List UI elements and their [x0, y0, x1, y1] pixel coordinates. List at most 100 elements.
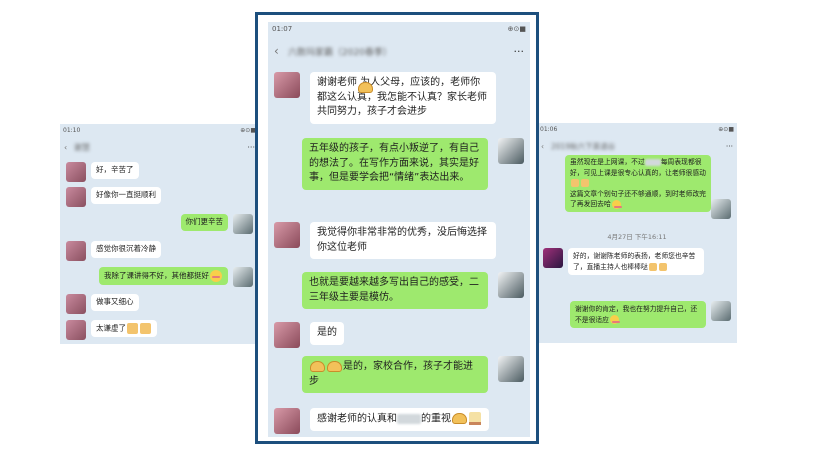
- thumbs-up-icon: [140, 323, 151, 334]
- more-menu-icon[interactable]: ···: [726, 142, 733, 151]
- message-row: 我除了课讲得不好，其他都挺好: [99, 267, 253, 287]
- message-row: 你们更辛苦: [180, 214, 253, 234]
- avatar: [66, 162, 86, 182]
- avatar: [66, 294, 86, 314]
- blush-emoji-icon: [609, 315, 620, 325]
- message-bubble[interactable]: 感觉你很沉着冷静: [91, 241, 161, 258]
- avatar: [233, 214, 253, 234]
- message-text: 谢谢你的肯定，我也在努力提升自己，还不是很适应: [575, 305, 698, 324]
- message-bubble[interactable]: 也就是要越来越多写出自己的感受，二三年级主要是模仿。: [302, 272, 488, 309]
- message-text: 好像你一直挺顺利: [96, 190, 156, 199]
- cake-emoji-icon: [469, 412, 481, 425]
- message-text: 虽然现在是上网课，不过: [570, 158, 645, 166]
- thumbs-up-icon: [571, 179, 579, 188]
- message-text: 也就是要越来越多写出自己的感受，二三年级主要是模仿。: [309, 277, 479, 303]
- message-row: 我觉得你非常非常的优秀，没后悔选择你这位老师: [274, 222, 496, 259]
- back-arrow-icon[interactable]: ‹: [541, 142, 551, 151]
- avatar: [498, 272, 524, 298]
- back-arrow-icon[interactable]: ‹: [64, 143, 74, 152]
- chat-title: 六数玛家霸（2020春季）: [288, 47, 392, 58]
- message-row: 感觉你很沉着冷静: [66, 241, 161, 261]
- message-bubble[interactable]: 好，辛苦了: [91, 162, 139, 179]
- message-row: 是的，家校合作，孩子才能进步: [302, 356, 524, 393]
- thumbs-up-icon: [648, 262, 657, 271]
- avatar: [274, 222, 300, 248]
- message-bubble[interactable]: 我觉得你非常非常的优秀，没后悔选择你这位老师: [310, 222, 496, 259]
- back-arrow-icon[interactable]: ‹: [274, 44, 288, 58]
- chat-header: ‹ 2019秋六下英语谷 ···: [537, 137, 737, 155]
- avatar: [66, 187, 86, 207]
- message-text: 我觉得你非常非常的优秀，没后悔选择你这位老师: [317, 227, 487, 253]
- message-row: 也就是要越来越多写出自己的感受，二三年级主要是模仿。: [302, 272, 524, 309]
- center-chat-screenshot: 01:07 ⊕⊙■ ‹ 六数玛家霸（2020春季） ··· 谢谢老师 为人父母，…: [268, 22, 530, 437]
- message-bubble[interactable]: 谢谢老师 为人父母，应该的，老师你都这么认真，我怎能不认真？家长老师共同努力，孩…: [310, 72, 496, 124]
- message-text: 这篇文章个别句子还不够通顺，到时老师改完了再发回去哈: [570, 189, 706, 209]
- status-icons: ⊕⊙■: [240, 126, 256, 134]
- message-text: 好的，谢谢陈老师的表扬，老师您也辛苦了，直播主持人也棒棒哒: [573, 252, 696, 271]
- message-bubble[interactable]: 你们更辛苦: [180, 214, 228, 231]
- avatar: [66, 241, 86, 261]
- status-bar: 01:10 ⊕⊙■: [60, 124, 259, 136]
- status-time: 01:10: [63, 126, 81, 134]
- message-row: 做事又细心: [66, 294, 139, 314]
- blush-emoji-icon: [611, 199, 622, 209]
- dumpling-emoji-icon: [327, 360, 342, 372]
- right-chat-screenshot: 01:06 ⊕⊙■ ‹ 2019秋六下英语谷 ··· 虽然现在是上网课，不过 每周…: [537, 123, 737, 343]
- message-bubble[interactable]: 是的，家校合作，孩子才能进步: [302, 356, 488, 393]
- dumpling-emoji-icon: [452, 413, 467, 424]
- message-bubble[interactable]: 好像你一直挺顺利: [91, 187, 161, 204]
- more-menu-icon[interactable]: ···: [514, 45, 525, 58]
- message-row: 好，辛苦了: [66, 162, 139, 182]
- message-bubble[interactable]: 好的，谢谢陈老师的表扬，老师您也辛苦了，直播主持人也棒棒哒: [568, 248, 704, 276]
- message-text: 五年级的孩子，有点小叛逆了，有自己的想法了。在写作方面来说，其实是好事，但是要学…: [309, 143, 479, 183]
- message-bubble[interactable]: 虽然现在是上网课，不过 每周表现都很好，可见上课是很专心认真的，让老师很感动 这篇…: [565, 155, 711, 212]
- more-menu-icon[interactable]: ···: [247, 143, 255, 152]
- status-bar: 01:06 ⊕⊙■: [537, 123, 737, 135]
- blush-emoji-icon: [210, 270, 222, 282]
- message-text: 感谢老师的认真和: [317, 413, 397, 425]
- message-row: 好像你一直挺顺利: [66, 187, 161, 207]
- left-chat-screenshot: 01:10 ⊕⊙■ ‹ 谢慧 ··· 好，辛苦了 好像你一直挺顺利 你们更辛苦 …: [60, 124, 259, 344]
- message-row: 谢谢你的肯定，我也在努力提升自己，还不是很适应: [570, 301, 731, 329]
- status-icons: ⊕⊙■: [718, 125, 734, 133]
- redacted-name: [397, 413, 421, 424]
- avatar: [274, 72, 300, 98]
- dumpling-emoji-icon: [310, 360, 325, 372]
- chat-header: ‹ 六数玛家霸（2020春季） ···: [268, 38, 530, 64]
- message-text: 是的: [317, 327, 337, 338]
- message-bubble[interactable]: 做事又细心: [91, 294, 139, 311]
- avatar: [274, 408, 300, 434]
- avatar: [711, 301, 731, 321]
- message-row: 五年级的孩子，有点小叛逆了，有自己的想法了。在写作方面来说，其实是好事，但是要学…: [302, 138, 524, 190]
- avatar: [274, 322, 300, 348]
- message-text: 太谦虚了: [96, 323, 126, 333]
- avatar: [498, 138, 524, 164]
- message-bubble[interactable]: 感谢老师的认真和 的重视: [310, 408, 489, 431]
- message-text: 感觉你很沉着冷静: [96, 244, 156, 253]
- message-bubble[interactable]: 五年级的孩子，有点小叛逆了，有自己的想法了。在写作方面来说，其实是好事，但是要学…: [302, 138, 488, 190]
- message-bubble[interactable]: 太谦虚了: [91, 320, 157, 338]
- message-row: 是的: [274, 322, 344, 348]
- avatar: [66, 320, 86, 340]
- message-bubble[interactable]: 是的: [310, 322, 344, 345]
- message-text: 谢谢老师 为人父母，应该的，老师你都这么认真，我怎能不认真？家长老师共同努力，孩…: [317, 77, 487, 117]
- message-bubble[interactable]: 我除了课讲得不好，其他都挺好: [99, 267, 228, 285]
- status-time: 01:07: [272, 25, 293, 33]
- message-bubble[interactable]: 谢谢你的肯定，我也在努力提升自己，还不是很适应: [570, 301, 706, 329]
- status-time: 01:06: [540, 125, 558, 133]
- message-text: 做事又细心: [96, 297, 134, 306]
- message-text: 好，辛苦了: [96, 165, 134, 174]
- redacted-name: [644, 158, 661, 166]
- thumbs-up-icon: [127, 323, 138, 334]
- message-text: 我除了课讲得不好，其他都挺好: [104, 271, 209, 280]
- chat-header: ‹ 谢慧 ···: [60, 138, 259, 156]
- message-text: 的重视: [421, 413, 451, 425]
- message-timestamp: 4月27日 下午16:11: [607, 233, 667, 241]
- message-row: 感谢老师的认真和 的重视: [274, 408, 489, 434]
- avatar: [233, 267, 253, 287]
- thumbs-up-icon: [581, 179, 589, 188]
- avatar: [543, 248, 563, 268]
- message-row: 谢谢老师 为人父母，应该的，老师你都这么认真，我怎能不认真？家长老师共同努力，孩…: [274, 72, 496, 124]
- avatar: [498, 356, 524, 382]
- status-bar: 01:07 ⊕⊙■: [268, 22, 530, 36]
